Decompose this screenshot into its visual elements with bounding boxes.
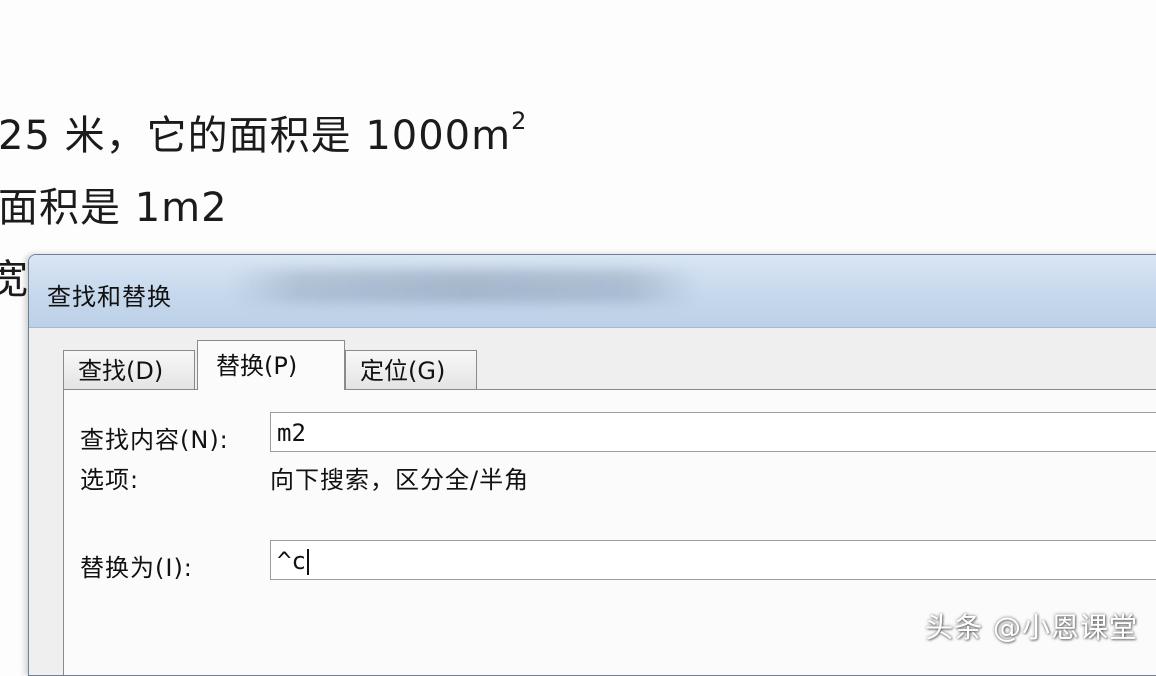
document-line-3: 宽	[0, 257, 29, 303]
blurred-title-region	[229, 269, 699, 303]
find-what-input[interactable]: m2	[270, 412, 1156, 452]
document-line-1: 25 米，它的面积是 1000m2	[0, 109, 527, 160]
find-what-value: m2	[277, 419, 306, 447]
replace-with-input[interactable]: ^c	[270, 540, 1156, 580]
replace-with-label: 替换为(I):	[80, 554, 193, 582]
dialog-titlebar[interactable]: 查找和替换	[29, 255, 1156, 328]
replace-with-value: ^c	[277, 547, 306, 575]
dialog-title: 查找和替换	[47, 283, 172, 311]
tab-goto[interactable]: 定位(G)	[345, 350, 477, 390]
tab-find[interactable]: 查找(D)	[63, 350, 195, 390]
superscript-2: 2	[511, 106, 528, 135]
watermark: 头条 @小恩课堂	[925, 611, 1138, 644]
text-caret	[306, 549, 309, 575]
document-line-2: 面积是 1m2	[0, 185, 228, 231]
find-what-label: 查找内容(N):	[80, 426, 229, 454]
options-label: 选项:	[80, 466, 140, 494]
options-value: 向下搜索，区分全/半角	[270, 466, 530, 494]
document-line-1-text: 25 米，它的面积是 1000m	[0, 113, 512, 159]
tab-replace[interactable]: 替换(P)	[197, 340, 345, 390]
